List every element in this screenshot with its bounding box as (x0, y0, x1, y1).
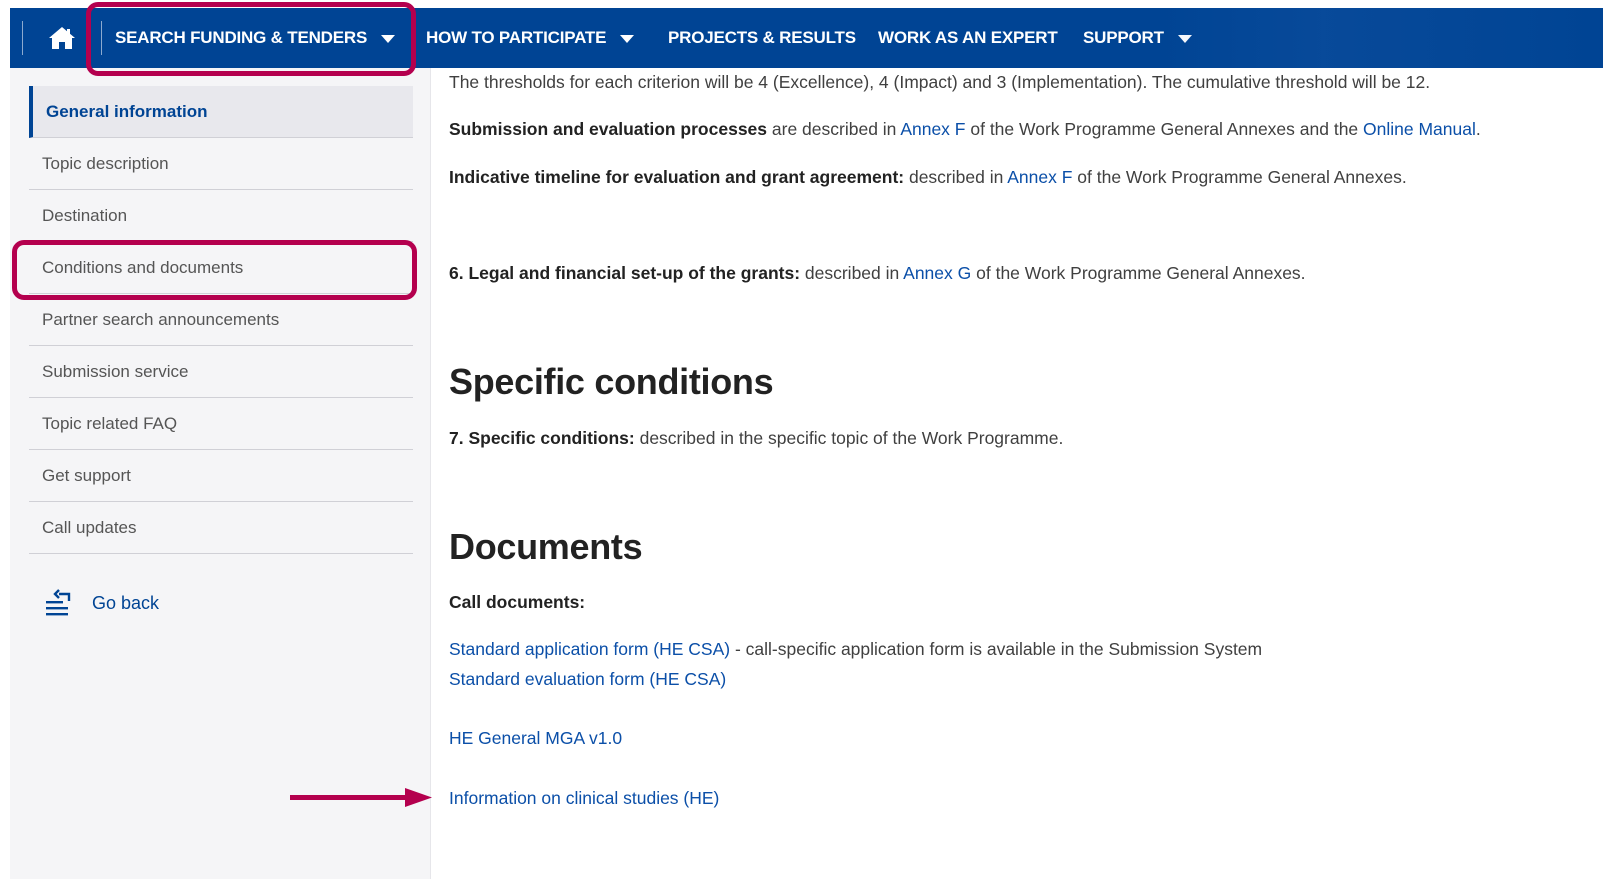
call-documents-bold: Call documents: (449, 592, 586, 612)
nav-item-label: SUPPORT (1083, 28, 1164, 47)
nav-how-to-participate[interactable]: HOW TO PARTICIPATE (426, 8, 635, 68)
sidebar-item-label: Topic description (42, 153, 169, 173)
specific-conditions-heading: Specific conditions (449, 361, 774, 402)
sidebar-item-label: Call updates (42, 517, 137, 537)
annex-g-link[interactable]: Annex G (903, 263, 971, 283)
nav-item-label: WORK AS AN EXPERT (878, 28, 1058, 47)
sidebar-item-conditions-and-documents[interactable]: Conditions and documents (29, 242, 413, 294)
documents-heading: Documents (449, 526, 643, 567)
caret-down-icon (381, 34, 396, 43)
submission-bold: Submission and evaluation processes (449, 119, 768, 139)
thresholds-text: The thresholds for each criterion will b… (449, 72, 1431, 92)
sidebar-item-call-updates[interactable]: Call updates (29, 502, 413, 554)
timeline-paragraph: Indicative timeline for evaluation and g… (449, 167, 1407, 188)
call-documents-label: Call documents: (449, 592, 585, 613)
sidebar-item-destination[interactable]: Destination (29, 190, 413, 242)
standard-application-line: Standard application form (HE CSA) - cal… (449, 639, 1262, 660)
sidebar-item-label: Destination (42, 205, 128, 225)
nav-item-label: PROJECTS & RESULTS (668, 28, 856, 47)
timeline-bold: Indicative timeline for evaluation and g… (449, 167, 905, 187)
nav-divider (22, 21, 23, 55)
top-navigation-bar: SEARCH FUNDING & TENDERS HOW TO PARTICIP… (10, 8, 1603, 68)
sidebar-item-label: Get support (42, 465, 131, 485)
sidebar-item-label: Topic related FAQ (42, 413, 178, 433)
text: - call-specific application form is avai… (730, 639, 1263, 659)
nav-work-as-an-expert[interactable]: WORK AS AN EXPERT (878, 8, 1058, 68)
legal-bold: 6. Legal and financial set-up of the gra… (449, 263, 801, 283)
online-manual-link[interactable]: Online Manual (1363, 119, 1476, 139)
text: of the Work Programme General Annexes an… (965, 119, 1364, 139)
text: described in (800, 263, 904, 283)
home-icon (49, 27, 75, 49)
nav-item-label: SEARCH FUNDING & TENDERS (115, 28, 368, 47)
sidebar-item-topic-description[interactable]: Topic description (29, 138, 413, 190)
he-general-mga-link[interactable]: HE General MGA v1.0 (449, 728, 622, 748)
mga-line: HE General MGA v1.0 (449, 728, 622, 749)
text: of the Work Programme General Annexes. (971, 263, 1306, 283)
annex-f-link[interactable]: Annex F (900, 119, 965, 139)
sidebar: General information Topic description De… (10, 68, 431, 879)
list-back-icon (46, 589, 71, 616)
caret-down-icon (1177, 34, 1192, 43)
clinical-studies-link[interactable]: Information on clinical studies (HE) (449, 788, 719, 808)
sidebar-item-label: Conditions and documents (42, 257, 244, 277)
nav-projects-results[interactable]: PROJECTS & RESULTS (668, 8, 856, 68)
text: . (1475, 119, 1481, 139)
annotation-arrow-icon (290, 788, 432, 807)
standard-evaluation-line: Standard evaluation form (HE CSA) (449, 669, 726, 690)
go-back-link[interactable]: Go back (44, 588, 159, 618)
sidebar-item-get-support[interactable]: Get support (29, 450, 413, 502)
text: described in (904, 167, 1008, 187)
clinical-studies-line: Information on clinical studies (HE) (449, 788, 719, 809)
submission-paragraph: Submission and evaluation processes are … (449, 119, 1481, 140)
sidebar-item-general-information[interactable]: General information (29, 86, 413, 138)
sidebar-item-label: Submission service (42, 361, 189, 381)
text: described in the specific topic of the W… (634, 428, 1064, 448)
standard-application-form-link[interactable]: Standard application form (HE CSA) (449, 639, 730, 659)
go-back-label: Go back (92, 592, 160, 613)
nav-divider (101, 21, 102, 55)
sidebar-item-partner-search[interactable]: Partner search announcements (29, 294, 413, 346)
sidebar-item-label: General information (46, 101, 208, 121)
text: of the Work Programme General Annexes. (1072, 167, 1407, 187)
annex-f-link[interactable]: Annex F (1007, 167, 1072, 187)
standard-evaluation-form-link[interactable]: Standard evaluation form (HE CSA) (449, 669, 726, 689)
nav-item-label: HOW TO PARTICIPATE (426, 28, 607, 47)
caret-down-icon (620, 34, 635, 43)
sidebar-item-submission-service[interactable]: Submission service (29, 346, 413, 398)
text: are described in (767, 119, 901, 139)
specific-conditions-paragraph: 7. Specific conditions: described in the… (449, 428, 1063, 449)
sidebar-item-label: Partner search announcements (42, 309, 280, 329)
sidebar-item-topic-related-faq[interactable]: Topic related FAQ (29, 398, 413, 450)
home-button[interactable] (46, 22, 78, 54)
nav-search-funding-tenders[interactable]: SEARCH FUNDING & TENDERS (115, 8, 396, 68)
legal-paragraph: 6. Legal and financial set-up of the gra… (449, 263, 1306, 284)
specific-bold: 7. Specific conditions: (449, 428, 635, 448)
nav-support[interactable]: SUPPORT (1083, 8, 1192, 68)
